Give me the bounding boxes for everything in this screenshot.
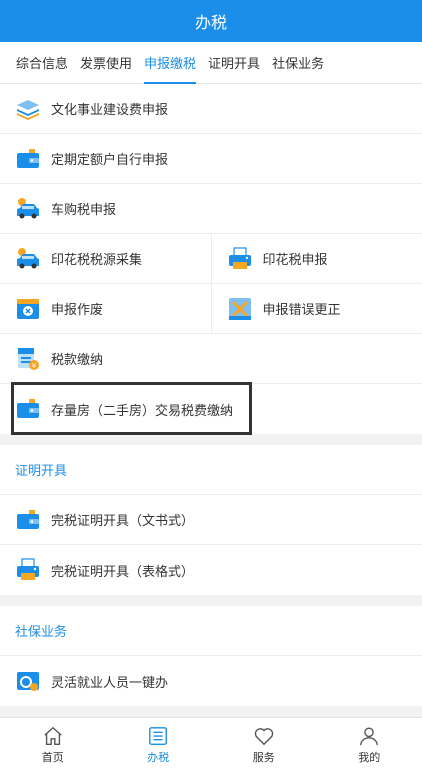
wallet-icon xyxy=(15,396,41,422)
tab-certificate[interactable]: 证明开具 xyxy=(202,42,266,84)
correction-icon xyxy=(227,296,253,322)
list-row: 完税证明开具（表格式） xyxy=(0,545,422,595)
list-row: 定期定额户自行申报 xyxy=(0,134,422,184)
menu-item-stamp-tax-declare[interactable]: 印花税申报 xyxy=(210,234,422,283)
tab-declare-pay-tax[interactable]: 申报缴税 xyxy=(138,42,202,84)
tab-general-info[interactable]: 综合信息 xyxy=(10,42,74,84)
section-title-social: 社保业务 xyxy=(0,606,422,656)
user-icon xyxy=(360,727,379,745)
menu-item-tax-cert-table[interactable]: 完税证明开具（表格式） xyxy=(0,545,422,595)
nav-home[interactable]: 首页 xyxy=(0,718,106,771)
menu-item-declare-void[interactable]: 申报作废 xyxy=(0,284,211,333)
heart-icon xyxy=(254,727,273,745)
list-icon xyxy=(149,726,168,745)
menu-item-second-hand-house-tax[interactable]: 存量房（二手房）交易税费缴纳 xyxy=(0,384,422,434)
list-row: 税款缴纳 xyxy=(0,334,422,384)
bottom-nav: 首页 办税 服务 我的 xyxy=(0,717,422,771)
list-row: 文化事业建设费申报 xyxy=(0,84,422,134)
wallet-icon xyxy=(15,146,41,172)
layers-icon xyxy=(15,96,41,122)
certificate-section: 证明开具 完税证明开具（文书式） 完税证明开具（表格式） xyxy=(0,445,422,595)
list-row: 车购税申报 xyxy=(0,184,422,234)
menu-item-culture-fee-declare[interactable]: 文化事业建设费申报 xyxy=(0,84,422,133)
declare-section: 文化事业建设费申报 定期定额户自行申报 车购税申报 印花税税源采集 印花税申报 … xyxy=(0,84,422,434)
list-row: 完税证明开具（文书式） xyxy=(0,495,422,545)
printer-icon xyxy=(227,246,253,272)
car-icon xyxy=(15,246,41,272)
nav-mine[interactable]: 我的 xyxy=(317,718,422,771)
social-section: 社保业务 灵活就业人员一键办 xyxy=(0,606,422,706)
menu-item-flexible-employment[interactable]: 灵活就业人员一键办 xyxy=(0,656,422,706)
menu-item-stamp-tax-source[interactable]: 印花税税源采集 xyxy=(0,234,211,283)
list-row: 印花税税源采集 印花税申报 xyxy=(0,234,422,284)
list-row: 申报作废 申报错误更正 xyxy=(0,284,422,334)
home-icon xyxy=(44,726,62,745)
car-icon xyxy=(15,196,41,222)
section-title-certificate: 证明开具 xyxy=(0,445,422,495)
tab-social-security[interactable]: 社保业务 xyxy=(266,42,330,84)
menu-item-vehicle-tax-declare[interactable]: 车购税申报 xyxy=(0,184,422,233)
menu-item-fixed-quota-declare[interactable]: 定期定额户自行申报 xyxy=(0,134,422,183)
section-divider xyxy=(0,434,422,445)
tab-invoice-use[interactable]: 发票使用 xyxy=(74,42,138,84)
nav-tax[interactable]: 办税 xyxy=(106,718,212,771)
tax-payment-icon xyxy=(15,346,41,372)
page-title: 办税 xyxy=(194,13,227,32)
menu-item-declare-correction[interactable]: 申报错误更正 xyxy=(210,284,422,333)
social-card-icon xyxy=(15,668,41,694)
menu-item-tax-cert-document[interactable]: 完税证明开具（文书式） xyxy=(0,495,422,544)
list-row: 灵活就业人员一键办 xyxy=(0,656,422,706)
nav-service[interactable]: 服务 xyxy=(211,718,317,771)
section-divider xyxy=(0,595,422,606)
wallet-icon xyxy=(15,507,41,533)
printer-icon xyxy=(15,557,41,583)
app-header: 办税 xyxy=(0,0,422,42)
category-tabs: 综合信息 发票使用 申报缴税 证明开具 社保业务 xyxy=(0,42,422,84)
list-row: 存量房（二手房）交易税费缴纳 xyxy=(0,384,422,434)
menu-item-tax-payment[interactable]: 税款缴纳 xyxy=(0,334,422,383)
cancel-doc-icon xyxy=(15,296,41,322)
